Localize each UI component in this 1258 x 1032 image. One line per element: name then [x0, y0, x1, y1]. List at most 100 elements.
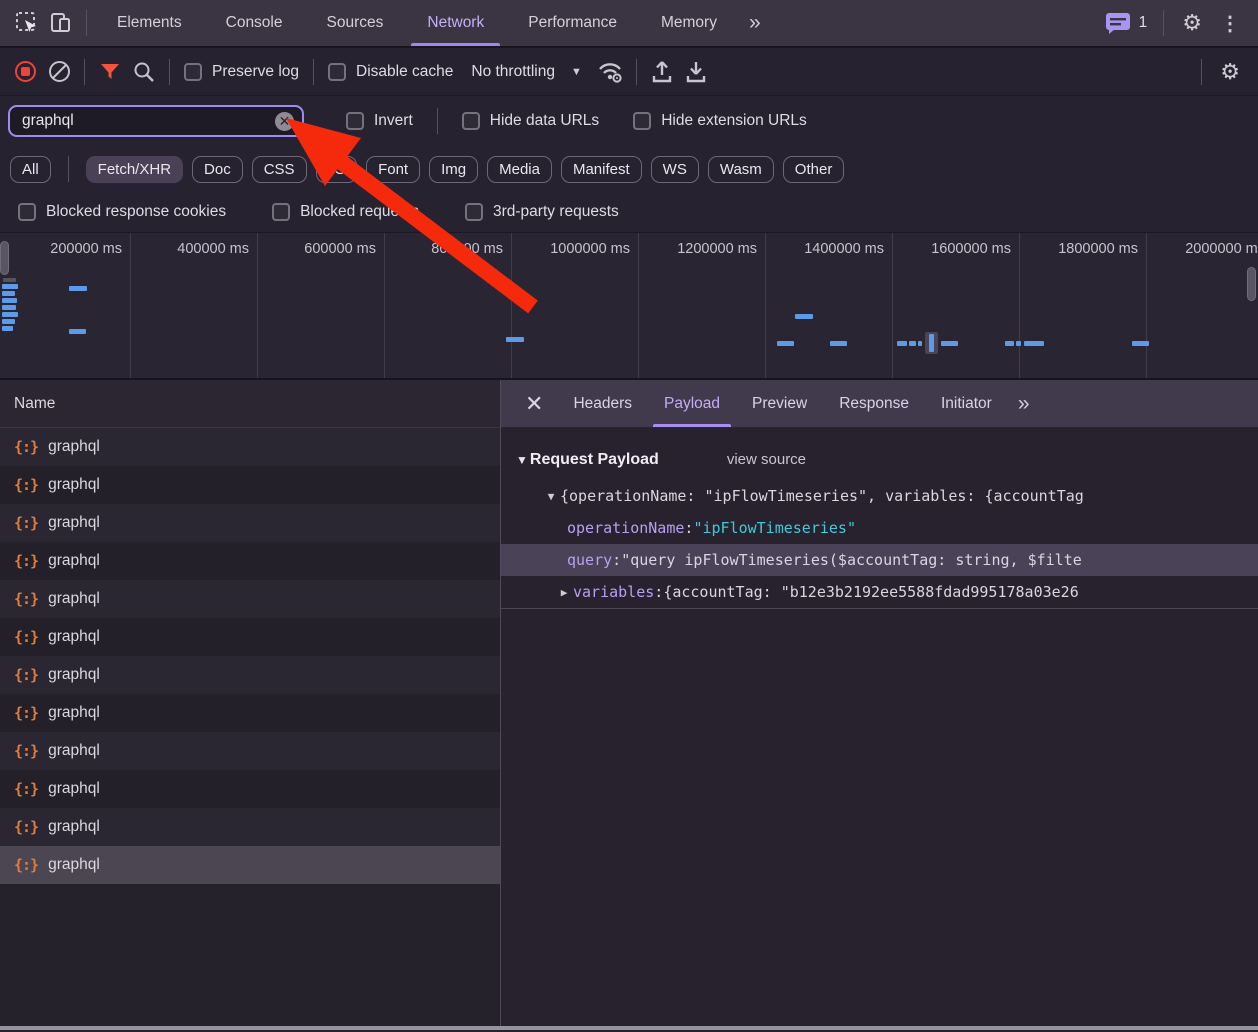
view-source-link[interactable]: view source: [727, 451, 806, 468]
preserve-log-checkbox[interactable]: Preserve log: [178, 63, 305, 81]
table-row[interactable]: {:}graphql: [0, 770, 500, 808]
hide-data-urls-label: Hide data URLs: [490, 112, 599, 130]
overview-right-handle[interactable]: [1247, 267, 1256, 301]
payload-entry[interactable]: ▶variables: {accountTag: "b12e3b2192ee55…: [501, 576, 1258, 608]
network-settings-gear-icon[interactable]: ⚙: [1210, 59, 1250, 85]
table-row[interactable]: {:}graphql: [0, 580, 500, 618]
checkbox[interactable]: [462, 112, 480, 130]
network-overview-timeline[interactable]: 200000 ms400000 ms600000 ms800000 ms1000…: [0, 232, 1258, 380]
more-tabs-icon[interactable]: »: [739, 11, 769, 35]
blocked-requests-checkbox[interactable]: Blocked requests: [266, 203, 425, 221]
table-row[interactable]: {:}graphql: [0, 428, 500, 466]
disable-cache-checkbox[interactable]: Disable cache: [322, 63, 459, 81]
table-row[interactable]: {:}graphql: [0, 542, 500, 580]
request-name: graphql: [48, 704, 100, 722]
request-list: {:}graphql{:}graphql{:}graphql{:}graphql…: [0, 428, 500, 884]
request-timing-bar: [1132, 341, 1149, 346]
collapse-triangle-icon[interactable]: ▼: [542, 490, 560, 503]
clear-network-log-icon[interactable]: [42, 52, 76, 92]
chip-css[interactable]: CSS: [252, 156, 307, 183]
tab-console[interactable]: Console: [210, 0, 299, 46]
name-column-header[interactable]: Name: [0, 380, 500, 428]
hide-extension-urls-checkbox[interactable]: Hide extension URLs: [627, 112, 813, 130]
table-row[interactable]: {:}graphql: [0, 694, 500, 732]
kebab-menu-icon[interactable]: ⋮: [1212, 11, 1248, 36]
hide-data-urls-checkbox[interactable]: Hide data URLs: [456, 112, 605, 130]
main-tabs: Elements Console SourcesNetwork Performance…: [95, 0, 739, 46]
device-toolbar-icon[interactable]: [44, 1, 78, 45]
checkbox[interactable]: [346, 112, 364, 130]
close-icon[interactable]: ✕: [511, 391, 557, 417]
chip-wasm[interactable]: Wasm: [708, 156, 774, 183]
filter-icon[interactable]: [93, 52, 127, 92]
detail-tab-response[interactable]: Response: [826, 381, 922, 427]
divider: [86, 10, 87, 36]
record-network-log-button[interactable]: [8, 52, 42, 92]
table-row[interactable]: {:}graphql: [0, 808, 500, 846]
detail-tab-initiator[interactable]: Initiator: [928, 381, 1005, 427]
invert-checkbox[interactable]: Invert: [340, 112, 419, 130]
checkbox[interactable]: [465, 203, 483, 221]
tab-performance[interactable]: Performance: [512, 0, 633, 46]
expand-triangle-icon[interactable]: ▶: [555, 586, 573, 599]
payload-key: operationName: [567, 519, 684, 537]
filter-input-box[interactable]: ✕: [8, 105, 304, 137]
request-name: graphql: [48, 590, 100, 608]
checkbox[interactable]: [328, 63, 346, 81]
payload-entry[interactable]: operationName: "ipFlowTimeseries": [501, 512, 1258, 544]
detail-tab-preview[interactable]: Preview: [739, 381, 820, 427]
request-payload-header[interactable]: ▼ Request Payload view source: [501, 428, 1258, 480]
tab-sources[interactable]: Sources: [311, 0, 400, 46]
tab-network[interactable]: Network: [411, 0, 500, 46]
network-conditions-icon[interactable]: [594, 52, 628, 92]
chip-img[interactable]: Img: [429, 156, 478, 183]
chip-other[interactable]: Other: [783, 156, 845, 183]
settings-gear-icon[interactable]: ⚙: [1172, 10, 1212, 36]
colon: :: [684, 519, 693, 537]
chip-font[interactable]: Font: [366, 156, 420, 183]
overview-left-handle[interactable]: [0, 241, 9, 275]
clear-filter-icon[interactable]: ✕: [275, 112, 294, 131]
checkbox[interactable]: [272, 203, 290, 221]
checkbox-label: Blocked requests: [300, 203, 419, 221]
payload-key: query: [567, 551, 612, 569]
chip-ws[interactable]: WS: [651, 156, 699, 183]
payload-group-divider: [501, 608, 1258, 609]
payload-entry[interactable]: query: "query ipFlowTimeseries($accountT…: [501, 544, 1258, 576]
chip-media[interactable]: Media: [487, 156, 552, 183]
issues-button[interactable]: 1: [1097, 11, 1156, 35]
inspect-element-icon[interactable]: [10, 1, 44, 45]
checkbox[interactable]: [184, 63, 202, 81]
chip-all[interactable]: All: [10, 156, 51, 183]
blocked-response-cookies-checkbox[interactable]: Blocked response cookies: [12, 203, 232, 221]
throttling-dropdown[interactable]: No throttling ▼: [459, 63, 593, 81]
detail-tab-headers[interactable]: Headers: [560, 381, 645, 427]
table-row[interactable]: {:}graphql: [0, 466, 500, 504]
chip-manifest[interactable]: Manifest: [561, 156, 642, 183]
detail-tab-payload[interactable]: Payload: [651, 381, 733, 427]
table-row[interactable]: {:}graphql: [0, 656, 500, 694]
payload-summary-line[interactable]: ▼ {operationName: "ipFlowTimeseries", va…: [501, 480, 1258, 512]
checkbox[interactable]: [18, 203, 36, 221]
request-timing-bar: [830, 341, 847, 346]
colon: :: [654, 583, 663, 601]
chip-fetch-xhr[interactable]: Fetch/XHR: [86, 156, 183, 183]
tab-elements[interactable]: Elements: [101, 0, 198, 46]
table-row[interactable]: {:}graphql: [0, 618, 500, 656]
request-name: graphql: [48, 856, 100, 874]
tab-memory[interactable]: Memory: [645, 0, 733, 46]
table-row[interactable]: {:}graphql: [0, 846, 500, 884]
more-detail-tabs-icon[interactable]: »: [1008, 392, 1038, 416]
fetch-xhr-icon: {:}: [14, 476, 38, 494]
table-row[interactable]: {:}graphql: [0, 732, 500, 770]
chip-doc[interactable]: Doc: [192, 156, 243, 183]
export-har-icon[interactable]: [679, 52, 713, 92]
table-row[interactable]: {:}graphql: [0, 504, 500, 542]
request-name: graphql: [48, 818, 100, 836]
checkbox[interactable]: [633, 112, 651, 130]
chip-js[interactable]: JS: [316, 156, 358, 183]
import-har-icon[interactable]: [645, 52, 679, 92]
3rd-party-requests-checkbox[interactable]: 3rd-party requests: [459, 203, 625, 221]
search-icon[interactable]: [127, 52, 161, 92]
filter-input[interactable]: [22, 112, 275, 130]
